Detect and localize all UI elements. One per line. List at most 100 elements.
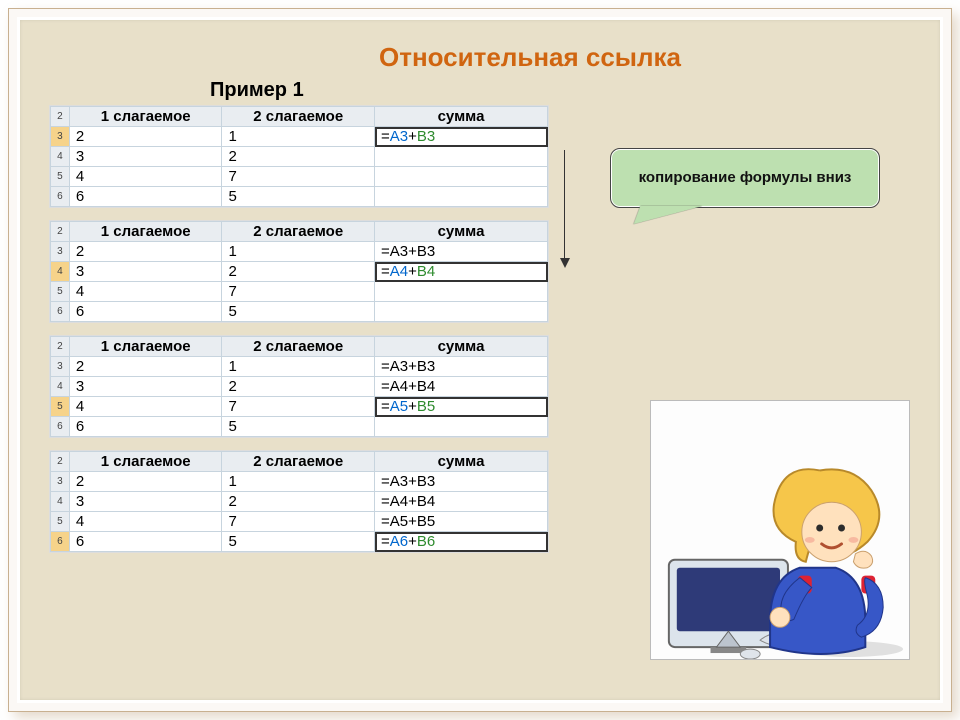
row-number: 4 xyxy=(51,377,70,397)
cell-formula: =A4+B4 xyxy=(375,492,548,512)
cell-formula: =A3+B3 xyxy=(375,472,548,492)
cell-b: 7 xyxy=(222,397,375,417)
spreadsheet-table: 21 слагаемое2 слагаемоесумма321=A3+B3432… xyxy=(50,451,548,552)
row-number: 6 xyxy=(51,302,70,322)
cell-a: 6 xyxy=(69,187,222,207)
cell-b: 2 xyxy=(222,262,375,282)
table-row: 321=A3+B3 xyxy=(51,472,548,492)
table-row: 321=A3+B3 xyxy=(51,242,548,262)
row-number: 3 xyxy=(51,472,70,492)
col-header-b: 2 слагаемое xyxy=(222,337,375,357)
cell-formula: =A3+B3 xyxy=(375,357,548,377)
callout-text: копирование формулы вниз xyxy=(639,168,852,188)
cell-formula xyxy=(375,167,548,187)
table-row: 665 xyxy=(51,302,548,322)
cell-a: 3 xyxy=(69,262,222,282)
cell-a: 2 xyxy=(69,127,222,147)
col-header-a: 1 слагаемое xyxy=(69,337,222,357)
col-header-a: 1 слагаемое xyxy=(69,452,222,472)
cell-formula xyxy=(375,302,548,322)
col-header-a: 1 слагаемое xyxy=(69,222,222,242)
cell-b: 7 xyxy=(222,167,375,187)
table-row: 547=A5+B5 xyxy=(51,397,548,417)
cell-a: 6 xyxy=(69,302,222,322)
cell-a: 4 xyxy=(69,512,222,532)
col-header-c: сумма xyxy=(375,107,548,127)
spreadsheet-table: 21 слагаемое2 слагаемоесумма321=A3+B3432… xyxy=(50,221,548,322)
col-header-b: 2 слагаемое xyxy=(222,452,375,472)
col-header-b: 2 слагаемое xyxy=(222,222,375,242)
row-number: 4 xyxy=(51,262,70,282)
arrow-down-icon xyxy=(558,150,572,270)
cell-formula: =A4+B4 xyxy=(375,262,548,282)
row-number: 6 xyxy=(51,417,70,437)
cell-a: 4 xyxy=(69,282,222,302)
cell-formula: =A6+B6 xyxy=(375,532,548,552)
cell-b: 2 xyxy=(222,377,375,397)
table-row: 665 xyxy=(51,417,548,437)
table-row: 432=A4+B4 xyxy=(51,262,548,282)
row-number: 2 xyxy=(51,452,70,472)
col-header-c: сумма xyxy=(375,337,548,357)
cell-a: 3 xyxy=(69,147,222,167)
table-row: 321=A3+B3 xyxy=(51,127,548,147)
cell-formula xyxy=(375,417,548,437)
cell-formula xyxy=(375,282,548,302)
cell-a: 2 xyxy=(69,242,222,262)
slide-body: Относительная ссылка Пример 1 21 слагаем… xyxy=(20,20,940,700)
cell-b: 5 xyxy=(222,302,375,322)
cell-a: 3 xyxy=(69,377,222,397)
table-header-row: 21 слагаемое2 слагаемоесумма xyxy=(51,222,548,242)
cell-a: 2 xyxy=(69,357,222,377)
table-row: 432=A4+B4 xyxy=(51,492,548,512)
row-number: 5 xyxy=(51,512,70,532)
cell-a: 6 xyxy=(69,417,222,437)
cell-b: 1 xyxy=(222,242,375,262)
cell-a: 2 xyxy=(69,472,222,492)
row-number: 2 xyxy=(51,222,70,242)
row-number: 5 xyxy=(51,397,70,417)
cell-formula: =A3+B3 xyxy=(375,242,548,262)
table-row: 547 xyxy=(51,167,548,187)
row-number: 4 xyxy=(51,492,70,512)
cell-b: 7 xyxy=(222,282,375,302)
slide-title: Относительная ссылка xyxy=(150,42,910,73)
cell-a: 4 xyxy=(69,397,222,417)
row-number: 4 xyxy=(51,147,70,167)
table-row: 665 xyxy=(51,187,548,207)
table-header-row: 21 слагаемое2 слагаемоесумма xyxy=(51,452,548,472)
spreadsheet-table: 21 слагаемое2 слагаемоесумма 321=A3+B3432… xyxy=(50,336,548,437)
col-header-c: сумма xyxy=(375,222,548,242)
cell-formula xyxy=(375,187,548,207)
cell-b: 5 xyxy=(222,187,375,207)
row-number: 3 xyxy=(51,242,70,262)
table-row: 432 xyxy=(51,147,548,167)
cell-formula: =A3+B3 xyxy=(375,127,548,147)
cell-b: 1 xyxy=(222,472,375,492)
table-row: 432=A4+B4 xyxy=(51,377,548,397)
table-header-row: 21 слагаемое2 слагаемоесумма xyxy=(51,107,548,127)
cell-a: 6 xyxy=(69,532,222,552)
table-row: 665=A6+B6 xyxy=(51,532,548,552)
cell-a: 4 xyxy=(69,167,222,187)
callout-tail-icon xyxy=(628,206,703,224)
tables-stack: 21 слагаемое2 слагаемоесумма321=A3+B3432… xyxy=(50,106,548,552)
row-number: 6 xyxy=(51,532,70,552)
row-number: 5 xyxy=(51,282,70,302)
row-number: 5 xyxy=(51,167,70,187)
col-header-b: 2 слагаемое xyxy=(222,107,375,127)
cell-b: 2 xyxy=(222,492,375,512)
cell-b: 1 xyxy=(222,357,375,377)
cell-a: 3 xyxy=(69,492,222,512)
table-row: 547=A5+B5 xyxy=(51,512,548,532)
table-header-row: 21 слагаемое2 слагаемоесумма xyxy=(51,337,548,357)
col-header-a: 1 слагаемое xyxy=(69,107,222,127)
col-header-c: сумма xyxy=(375,452,548,472)
spreadsheet-table: 21 слагаемое2 слагаемоесумма321=A3+B3432… xyxy=(50,106,548,207)
cell-b: 5 xyxy=(222,417,375,437)
slide-subtitle: Пример 1 xyxy=(210,79,910,102)
cell-formula: =A5+B5 xyxy=(375,512,548,532)
cell-formula: =A5+B5 xyxy=(375,397,548,417)
cell-b: 5 xyxy=(222,532,375,552)
cell-formula: =A4+B4 xyxy=(375,377,548,397)
